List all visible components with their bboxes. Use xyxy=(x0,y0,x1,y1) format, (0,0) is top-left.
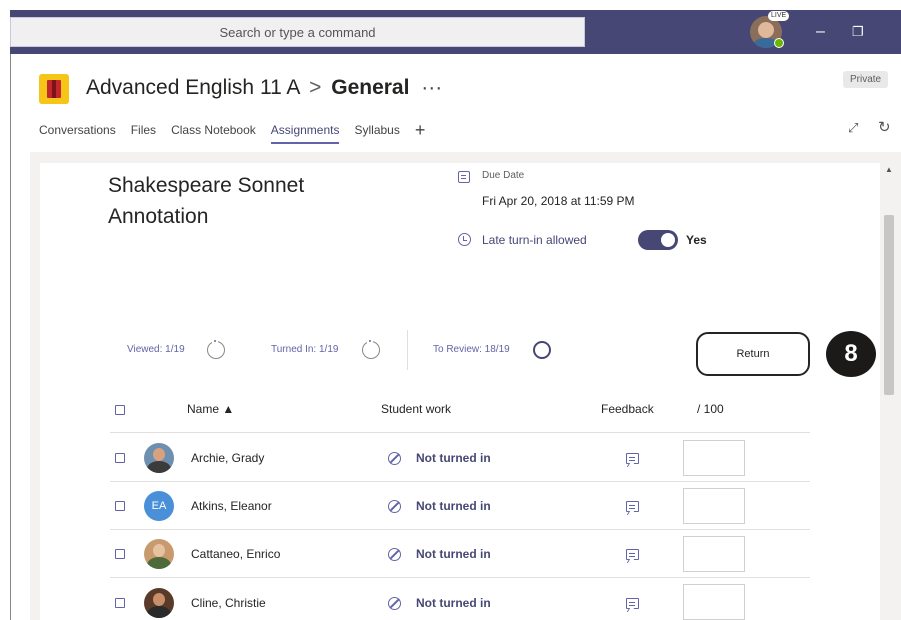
team-name[interactable]: Advanced English 11 A xyxy=(86,76,299,99)
row-checkbox[interactable] xyxy=(115,549,125,559)
late-turn-in-value: Yes xyxy=(686,233,707,247)
breadcrumb: Advanced English 11 A > General ··· xyxy=(86,74,442,102)
not-turned-in-icon xyxy=(388,500,401,513)
points-input[interactable] xyxy=(683,536,745,572)
due-date-label: Due Date xyxy=(482,170,525,181)
column-header-feedback: Feedback xyxy=(601,402,654,416)
avatar xyxy=(144,539,174,569)
turned-in-count: Turned In: 1/19 xyxy=(271,344,339,355)
divider xyxy=(110,529,810,530)
divider xyxy=(110,481,810,482)
title-bar: Search or type a command LIVE – ❐ xyxy=(10,10,901,54)
points-input[interactable] xyxy=(683,440,745,476)
late-turn-in-toggle[interactable] xyxy=(638,230,678,250)
to-review-progress-icon xyxy=(533,341,551,359)
not-turned-in-icon xyxy=(388,452,401,465)
column-header-name[interactable]: Name ▲ xyxy=(187,402,234,416)
avatar xyxy=(144,588,174,618)
turned-in-progress-icon xyxy=(362,339,380,359)
tab-conversations[interactable]: Conversations xyxy=(39,120,116,140)
app-rail-edge xyxy=(10,54,11,620)
due-date-value: Fri Apr 20, 2018 at 11:59 PM xyxy=(482,194,635,208)
clock-icon xyxy=(458,233,471,246)
feedback-icon[interactable] xyxy=(626,598,639,609)
student-work-status: Not turned in xyxy=(416,451,491,465)
not-turned-in-icon xyxy=(388,548,401,561)
feedback-icon[interactable] xyxy=(626,453,639,464)
add-tab-button[interactable]: + xyxy=(415,120,426,140)
feedback-icon[interactable] xyxy=(626,501,639,512)
breadcrumb-separator: > xyxy=(309,76,322,99)
calendar-icon xyxy=(458,171,470,183)
presence-status-icon xyxy=(774,38,784,48)
feedback-icon[interactable] xyxy=(626,549,639,560)
divider xyxy=(110,577,810,578)
row-checkbox[interactable] xyxy=(115,598,125,608)
stats-divider xyxy=(407,330,408,370)
tab-syllabus[interactable]: Syllabus xyxy=(354,120,399,140)
avatar: EA xyxy=(144,491,174,521)
user-badge: LIVE xyxy=(768,11,790,21)
refresh-icon[interactable]: ↻ xyxy=(878,118,891,136)
not-turned-in-icon xyxy=(388,597,401,610)
channel-tabs: Conversations Files Class Notebook Assig… xyxy=(39,120,426,144)
return-button[interactable]: Return xyxy=(696,332,810,376)
student-name[interactable]: Cattaneo, Enrico xyxy=(191,547,280,561)
student-name[interactable]: Archie, Grady xyxy=(191,451,264,465)
column-header-points: / 100 xyxy=(697,402,724,416)
late-turn-in-label: Late turn-in allowed xyxy=(482,233,587,247)
expand-icon[interactable]: ⤢ xyxy=(848,120,858,136)
assignment-title: Shakespeare Sonnet Annotation xyxy=(108,174,305,228)
viewed-count: Viewed: 1/19 xyxy=(127,344,185,355)
scroll-up-arrow-icon[interactable]: ▲ xyxy=(885,165,893,174)
student-name[interactable]: Cline, Christie xyxy=(191,596,266,610)
minimize-button[interactable]: – xyxy=(816,22,825,42)
tab-class-notebook[interactable]: Class Notebook xyxy=(171,120,256,140)
divider xyxy=(110,432,810,433)
avatar xyxy=(144,443,174,473)
select-all-checkbox[interactable] xyxy=(115,405,125,415)
points-input[interactable] xyxy=(683,488,745,524)
student-work-status: Not turned in xyxy=(416,547,491,561)
viewed-progress-icon xyxy=(207,339,225,359)
points-input[interactable] xyxy=(683,584,745,620)
channel-name: General xyxy=(331,76,410,99)
more-options-icon[interactable]: ··· xyxy=(421,76,442,99)
student-work-status: Not turned in xyxy=(416,596,491,610)
search-input[interactable]: Search or type a command xyxy=(10,17,585,47)
tab-assignments[interactable]: Assignments xyxy=(270,120,339,144)
student-name[interactable]: Atkins, Eleanor xyxy=(191,499,272,513)
step-callout-badge: 8 xyxy=(826,331,876,377)
team-icon xyxy=(39,74,69,104)
private-badge: Private xyxy=(843,71,889,88)
student-work-status: Not turned in xyxy=(416,499,491,513)
row-checkbox[interactable] xyxy=(115,501,125,511)
to-review-count: To Review: 18/19 xyxy=(433,344,510,355)
restore-button[interactable]: ❐ xyxy=(852,22,864,42)
row-checkbox[interactable] xyxy=(115,453,125,463)
scrollbar-thumb[interactable] xyxy=(884,215,894,395)
tab-files[interactable]: Files xyxy=(131,120,156,140)
column-header-student-work: Student work xyxy=(381,402,452,416)
